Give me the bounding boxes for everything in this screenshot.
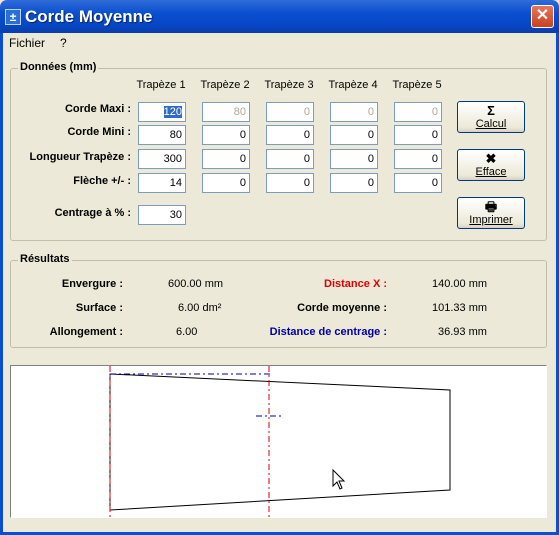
- input-corde-maxi-t3[interactable]: 0: [266, 102, 314, 122]
- window-title: Corde Moyenne: [25, 7, 153, 26]
- input-corde-maxi-t1[interactable]: 120: [138, 102, 186, 122]
- value-corde-moyenne: 101.33 mm: [432, 302, 488, 314]
- value-envergure: 600.00 mm: [168, 278, 224, 290]
- input-corde-maxi-t2[interactable]: 80: [202, 102, 250, 122]
- input-corde-mini-t2[interactable]: 0: [202, 125, 250, 145]
- input-longueur-t4[interactable]: 0: [330, 149, 378, 169]
- efface-button[interactable]: ✖ Efface: [457, 149, 525, 181]
- resultats-legend: Résultats: [18, 253, 72, 265]
- input-corde-mini-t3[interactable]: 0: [266, 125, 314, 145]
- menu-fichier[interactable]: Fichier: [9, 36, 45, 50]
- input-corde-mini-t5[interactable]: 0: [394, 125, 442, 145]
- label-distance-x: Distance X :: [324, 278, 387, 290]
- calcul-button-label: Calcul: [475, 118, 507, 130]
- wing-outline: [109, 373, 451, 511]
- printer-icon: 🖶: [484, 199, 498, 214]
- menu-help[interactable]: ?: [60, 36, 67, 50]
- label-corde-maxi: Corde Maxi :: [64, 103, 131, 115]
- label-distance-centrage: Distance de centrage :: [269, 326, 387, 338]
- input-fleche-t1[interactable]: 14: [138, 173, 186, 193]
- input-longueur-t3[interactable]: 0: [266, 149, 314, 169]
- input-corde-mini-t1[interactable]: 80: [138, 125, 186, 145]
- input-longueur-t1[interactable]: 300: [138, 149, 186, 169]
- app-icon: ±: [5, 9, 21, 25]
- input-fleche-t2[interactable]: 0: [202, 173, 250, 193]
- input-fleche-t5[interactable]: 0: [394, 173, 442, 193]
- menu-bar: Fichier ?: [0, 33, 559, 53]
- close-button[interactable]: ✕: [531, 5, 554, 28]
- efface-button-label: Efface: [475, 166, 507, 178]
- column-header-trapeze-5: Trapèze 5: [392, 79, 442, 91]
- input-corde-maxi-t4[interactable]: 0: [330, 102, 378, 122]
- input-corde-mini-t4[interactable]: 0: [330, 125, 378, 145]
- column-header-trapeze-1: Trapèze 1: [136, 79, 186, 91]
- input-corde-maxi-t5[interactable]: 0: [394, 102, 442, 122]
- title-bar: ± Corde Moyenne ✕: [0, 0, 559, 33]
- imprimer-button-label: Imprimer: [469, 214, 513, 226]
- value-distance-centrage: 36.93 mm: [438, 326, 487, 338]
- column-header-trapeze-4: Trapèze 4: [328, 79, 378, 91]
- column-header-trapeze-3: Trapèze 3: [264, 79, 314, 91]
- label-centrage: Centrage à % :: [54, 207, 131, 219]
- calcul-button[interactable]: Σ Calcul: [457, 101, 525, 133]
- x-icon: ✖: [485, 151, 497, 166]
- label-allongement: Allongement :: [49, 326, 123, 338]
- label-surface: Surface :: [75, 302, 123, 314]
- imprimer-button[interactable]: 🖶 Imprimer: [457, 197, 525, 229]
- input-centrage[interactable]: 30: [138, 205, 186, 225]
- value-allongement: 6.00: [176, 326, 198, 338]
- value-distance-x: 140.00 mm: [432, 278, 488, 290]
- label-corde-moyenne: Corde moyenne :: [297, 302, 387, 314]
- wing-drawing-canvas: [10, 365, 547, 518]
- input-fleche-t3[interactable]: 0: [266, 173, 314, 193]
- column-header-trapeze-2: Trapèze 2: [200, 79, 250, 91]
- label-envergure: Envergure :: [61, 278, 123, 290]
- input-value: 120: [163, 106, 182, 118]
- input-fleche-t4[interactable]: 0: [330, 173, 378, 193]
- input-longueur-t2[interactable]: 0: [202, 149, 250, 169]
- donnees-legend: Données (mm): [18, 61, 99, 73]
- label-fleche: Flèche +/- :: [73, 175, 131, 187]
- label-longueur-trapeze: Longueur Trapèze :: [29, 151, 131, 163]
- value-surface: 6.00 dm²: [178, 302, 222, 314]
- mouse-cursor-icon: [332, 468, 346, 490]
- label-corde-mini: Corde Mini :: [67, 126, 131, 138]
- wing-drawing: [109, 366, 451, 517]
- input-longueur-t5[interactable]: 0: [394, 149, 442, 169]
- sigma-icon: Σ: [487, 103, 495, 118]
